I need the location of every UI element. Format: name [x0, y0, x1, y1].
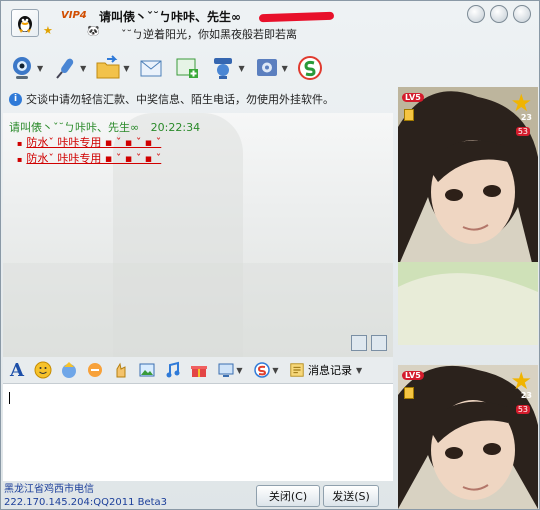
remote-video-photo	[398, 87, 538, 345]
gold-star-icon: ★	[510, 89, 532, 117]
level-badge: LV5	[402, 371, 424, 380]
gift-button[interactable]	[189, 360, 209, 380]
format-toolbar: A ▼ ▼ 消息记录 ▼	[3, 357, 393, 383]
chat-window: ★ VIP4 请叫俵丶ˇ˘ㄅ咔咔、先生∞ 🐼 ˇ˘ㄅ逆着阳光，你如黑夜般若即若离…	[0, 0, 540, 510]
webcam-icon	[13, 57, 31, 79]
soso-icon	[254, 362, 271, 378]
nudge-button[interactable]	[85, 360, 105, 380]
maximize-button[interactable]	[490, 5, 508, 23]
security-notice: i 交谈中请勿轻信汇款、中奖信息、陌生电话，勿使用外挂软件。	[9, 91, 334, 107]
message-history-button[interactable]: 消息记录 ▼	[289, 362, 362, 378]
music-icon	[166, 361, 180, 378]
level-count-badge: 53	[515, 405, 530, 414]
video-call-button[interactable]: ▼	[5, 51, 46, 85]
notice-text: 交谈中请勿轻信汇款、中奖信息、陌生电话，勿使用外挂软件。	[26, 93, 334, 106]
close-button[interactable]: 关闭(C)	[256, 485, 320, 507]
medal-icon	[404, 387, 414, 399]
close-window-button[interactable]	[513, 5, 531, 23]
local-video-panel[interactable]: LV5 ★ 23 53	[398, 365, 538, 509]
chat-history[interactable]: 请叫俵丶ˇ˘ㄅ咔咔、先生∞ 20:22:34 防水ˇ 咔咔专用 ▪ ˇ ▪ ˇ …	[3, 113, 393, 357]
create-group-icon	[176, 58, 199, 78]
contact-header: ★ VIP4 请叫俵丶ˇ˘ㄅ咔咔、先生∞ 🐼 ˇ˘ㄅ逆着阳光，你如黑夜般若即若离	[1, 1, 540, 45]
message-header: 请叫俵丶ˇ˘ㄅ咔咔、先生∞ 20:22:34	[9, 119, 200, 135]
text-cursor	[9, 392, 10, 404]
level-star-icon: ★	[43, 24, 53, 37]
history-label: 消息记录	[308, 364, 352, 377]
soso-button[interactable]	[293, 51, 327, 85]
main-toolbar: ▼ ▼ ▼ ▼ ▼	[5, 49, 395, 87]
voice-call-button[interactable]: ▼	[48, 51, 89, 85]
redaction-mark	[258, 11, 335, 23]
level-badge: LV5	[402, 93, 424, 102]
history-icon	[290, 363, 304, 377]
medal-icon	[404, 109, 414, 121]
hand-icon	[116, 362, 126, 378]
window-controls	[467, 5, 531, 23]
minimize-button[interactable]	[467, 5, 485, 23]
star-count: 23	[520, 113, 532, 122]
background-photo-ground	[3, 263, 393, 357]
nudge-icon	[88, 363, 102, 377]
soso-icon	[297, 56, 322, 80]
info-icon: i	[9, 92, 22, 106]
magic-face-icon	[62, 362, 76, 378]
app-settings-icon	[256, 59, 277, 76]
emoticon-button[interactable]	[33, 360, 53, 380]
microphone-icon	[56, 58, 74, 79]
remote-assist-button[interactable]: ▼	[206, 51, 247, 85]
avatar[interactable]	[11, 9, 39, 37]
message-text[interactable]: 防水ˇ 咔咔专用 ▪ ˇ ▪ ˇ ▪ ˇ	[17, 150, 161, 166]
screenshot-button[interactable]: ▼	[215, 360, 245, 380]
send-button[interactable]: 发送(S)	[323, 485, 379, 507]
transfer-file-icon	[96, 55, 120, 79]
image-icon	[139, 363, 155, 377]
gold-star-icon: ★	[510, 367, 532, 395]
message-input[interactable]	[3, 383, 393, 481]
level-count-badge: 53	[515, 127, 530, 136]
footer: 黑龙江省鸡西市电信 222.170.145.204:QQ2011 Beta3 关…	[1, 481, 397, 510]
gift-icon	[191, 366, 207, 377]
magic-emoticon-button[interactable]	[59, 360, 79, 380]
send-file-button[interactable]: ▼	[91, 51, 132, 85]
vip-badge: VIP4	[61, 10, 87, 21]
location-text: 黑龙江省鸡西市电信	[4, 484, 94, 495]
message-text[interactable]: 防水ˇ 咔咔专用 ▪ ˇ ▪ ˇ ▪ ˇ	[17, 134, 161, 150]
send-email-button[interactable]	[134, 51, 168, 85]
music-button[interactable]	[163, 360, 183, 380]
remote-assist-icon	[214, 58, 233, 79]
settings-button[interactable]: ▼	[250, 51, 291, 85]
ip-version-text: 222.170.145.204:QQ2011 Beta3	[4, 497, 168, 508]
expand-icon[interactable]	[351, 335, 367, 351]
send-image-button[interactable]	[137, 360, 157, 380]
contact-signature: ˇ˘ㄅ逆着阳光，你如黑夜般若即若离	[121, 28, 297, 41]
soso-search-button[interactable]: ▼	[251, 360, 281, 380]
message-sender: 请叫俵丶ˇ˘ㄅ咔咔、先生∞	[9, 121, 140, 134]
qq-penguin-icon	[18, 16, 32, 33]
star-count: 23	[520, 391, 532, 400]
chat-history-tools	[351, 335, 387, 351]
remote-video-panel[interactable]: LV5 ★ 23 53	[398, 87, 538, 345]
voice-message-button[interactable]	[111, 360, 131, 380]
skin-icon[interactable]	[371, 335, 387, 351]
font-icon[interactable]: A	[7, 360, 27, 381]
message-time: 20:22:34	[150, 121, 201, 134]
create-group-button[interactable]	[170, 51, 204, 85]
panda-icon: 🐼	[87, 26, 100, 37]
screen-capture-icon	[218, 363, 234, 377]
contact-nickname: 请叫俵丶ˇ˘ㄅ咔咔、先生∞	[99, 10, 241, 24]
smiley-icon	[34, 361, 52, 379]
send-email-icon	[140, 60, 162, 77]
contact-location: 黑龙江省鸡西市电信 222.170.145.204:QQ2011 Beta3	[4, 483, 167, 509]
